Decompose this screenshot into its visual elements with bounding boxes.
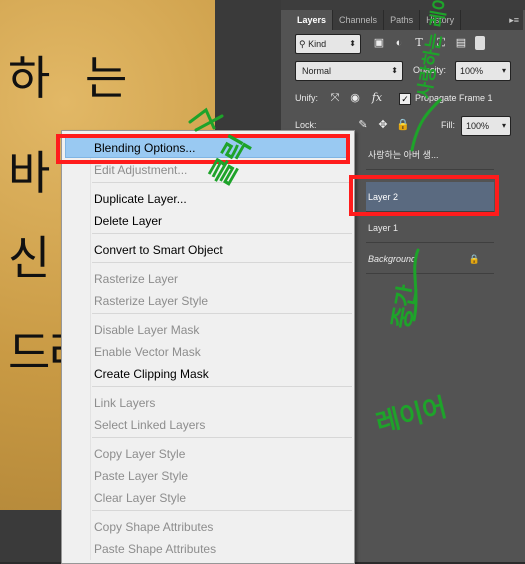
annotation-strokes (188, 98, 442, 322)
